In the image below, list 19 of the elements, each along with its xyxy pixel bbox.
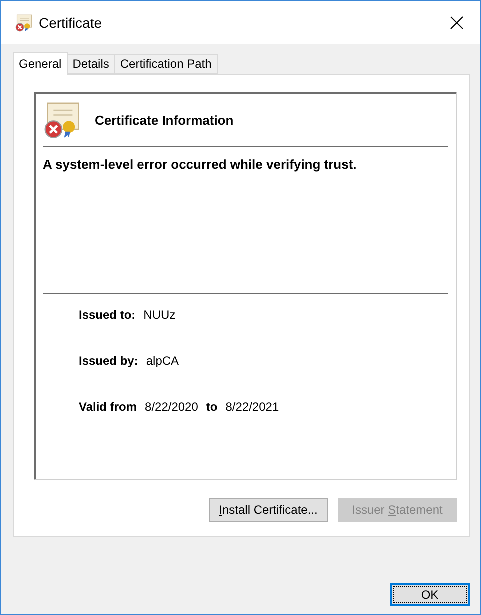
field-label: Issued by: <box>79 354 138 368</box>
window-title: Certificate <box>39 14 104 30</box>
tab[interactable]: Details <box>66 54 116 74</box>
error-message: A system-level error occurred while verifying trust. <box>43 147 448 294</box>
field-label: Valid from <box>79 400 138 414</box>
field-value: 8/22/2021 <box>226 400 280 414</box>
field-label: to <box>206 400 218 414</box>
field-label: Issued to: <box>79 308 136 322</box>
field-value: NUUz <box>144 308 176 322</box>
field-value: alpCA <box>146 354 180 368</box>
certificate-error-icon <box>43 101 81 139</box>
close-icon <box>450 16 464 30</box>
tab[interactable]: General <box>13 52 68 75</box>
ok-button[interactable]: OK <box>390 583 470 606</box>
field-value: 8/22/2020 <box>145 400 198 414</box>
tab[interactable]: Certification Path <box>114 54 218 74</box>
panel-button[interactable]: Install Certificate... <box>209 498 328 522</box>
certificate-error-icon <box>15 14 33 32</box>
info-heading: Certificate Information <box>95 112 234 128</box>
